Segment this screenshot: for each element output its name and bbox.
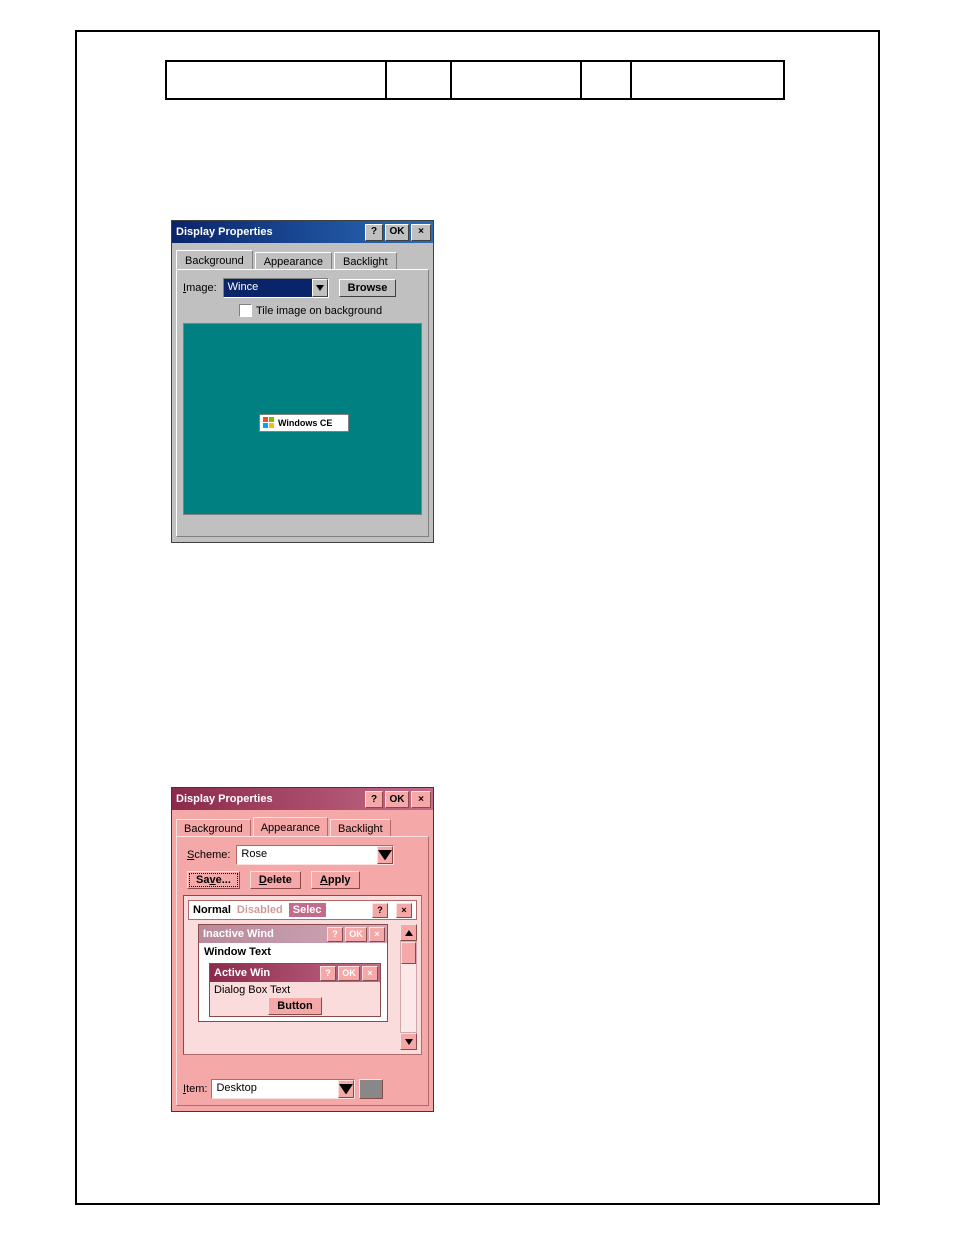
tab-background[interactable]: Background (176, 250, 253, 269)
windows-flag-icon (263, 417, 275, 429)
tab-background[interactable]: Background (176, 819, 251, 837)
preview-inactive-window: Inactive Wind ? OK × Window Text Active … (198, 924, 388, 1022)
header-cell-5 (632, 62, 783, 98)
active-close-button[interactable]: × (362, 966, 378, 981)
scheme-label: Scheme: (187, 849, 230, 861)
save-button[interactable]: Save... (187, 871, 240, 889)
scroll-thumb[interactable] (401, 942, 416, 964)
color-swatch-button[interactable] (359, 1079, 383, 1099)
image-dropdown-value: Wince (224, 279, 312, 297)
header-cell-1 (167, 62, 387, 98)
active-ok-button[interactable]: OK (338, 966, 360, 981)
badge-text: Windows CE (278, 418, 332, 428)
ok-button[interactable]: OK (385, 791, 409, 808)
delete-button[interactable]: Delete (250, 871, 301, 889)
tabs: Background Appearance Backlight (176, 247, 429, 269)
tab-appearance[interactable]: Appearance (255, 252, 332, 270)
background-preview: Windows CE (183, 323, 422, 515)
tile-checkbox[interactable] (239, 304, 252, 317)
active-help-button[interactable]: ? (320, 966, 336, 981)
inactive-help-button[interactable]: ? (327, 927, 343, 942)
scroll-track[interactable] (400, 941, 417, 1033)
inactive-title-text: Inactive Wind (203, 928, 325, 940)
header-cell-3 (452, 62, 582, 98)
image-label: Image: (183, 282, 217, 294)
chevron-down-icon (338, 1080, 354, 1098)
help-button[interactable]: ? (365, 791, 383, 808)
dialog-title: Display Properties (176, 793, 363, 805)
help-button[interactable]: ? (365, 224, 383, 241)
apply-button[interactable]: Apply (311, 871, 360, 889)
tab-backlight[interactable]: Backlight (330, 819, 391, 837)
menu-normal: Normal (193, 904, 231, 916)
chevron-down-icon (377, 846, 393, 864)
header-cell-2 (387, 62, 452, 98)
active-title-text: Active Win (214, 967, 318, 979)
tab-panel-appearance: Scheme: Rose Save... Delete Apply Normal… (176, 836, 429, 1106)
menubar-help-button[interactable]: ? (372, 903, 388, 918)
appearance-preview: Normal Disabled Selec ? × (183, 895, 422, 1055)
header-cell-4 (582, 62, 632, 98)
inactive-titlebar: Inactive Wind ? OK × (199, 925, 387, 943)
inactive-ok-button[interactable]: OK (345, 927, 367, 942)
tab-backlight[interactable]: Backlight (334, 252, 397, 270)
tab-panel-background: Image: Wince Browse Tile image on backgr… (176, 269, 429, 537)
menubar-close-button[interactable]: × (396, 903, 412, 918)
tile-label: Tile image on background (256, 305, 382, 317)
menu-selected: Selec (289, 903, 326, 917)
item-dropdown[interactable]: Desktop (211, 1079, 355, 1099)
image-dropdown[interactable]: Wince (223, 278, 329, 298)
scheme-value: Rose (237, 846, 377, 864)
ok-button[interactable]: OK (385, 224, 409, 241)
scroll-up-button[interactable] (400, 924, 417, 941)
menu-disabled: Disabled (237, 904, 283, 916)
browse-button[interactable]: Browse (339, 279, 397, 297)
inactive-close-button[interactable]: × (369, 927, 385, 942)
scheme-dropdown[interactable]: Rose (236, 845, 394, 865)
active-titlebar: Active Win ? OK × (210, 964, 380, 982)
chevron-down-icon (312, 279, 328, 297)
preview-active-window: Active Win ? OK × Dialog Box Text Button (209, 963, 381, 1017)
scroll-down-button[interactable] (400, 1033, 417, 1050)
preview-button[interactable]: Button (268, 997, 321, 1015)
dialog-box-text: Dialog Box Text (210, 982, 380, 998)
window-text: Window Text (199, 943, 387, 961)
windows-ce-badge: Windows CE (259, 414, 349, 432)
preview-menubar: Normal Disabled Selec ? × (188, 900, 417, 920)
display-properties-dialog-appearance: Display Properties ? OK × Background App… (171, 787, 434, 1112)
tabs: Background Appearance Backlight (176, 814, 429, 836)
close-button[interactable]: × (411, 791, 431, 808)
close-button[interactable]: × (411, 224, 431, 241)
display-properties-dialog-background: Display Properties ? OK × Background App… (171, 220, 434, 543)
header-table (165, 60, 785, 100)
titlebar[interactable]: Display Properties ? OK × (172, 788, 433, 810)
titlebar[interactable]: Display Properties ? OK × (172, 221, 433, 243)
dialog-title: Display Properties (176, 226, 363, 238)
item-value: Desktop (212, 1080, 338, 1098)
item-label: Item: (183, 1083, 207, 1095)
preview-scrollbar[interactable] (400, 924, 417, 1050)
tab-appearance[interactable]: Appearance (253, 817, 328, 836)
